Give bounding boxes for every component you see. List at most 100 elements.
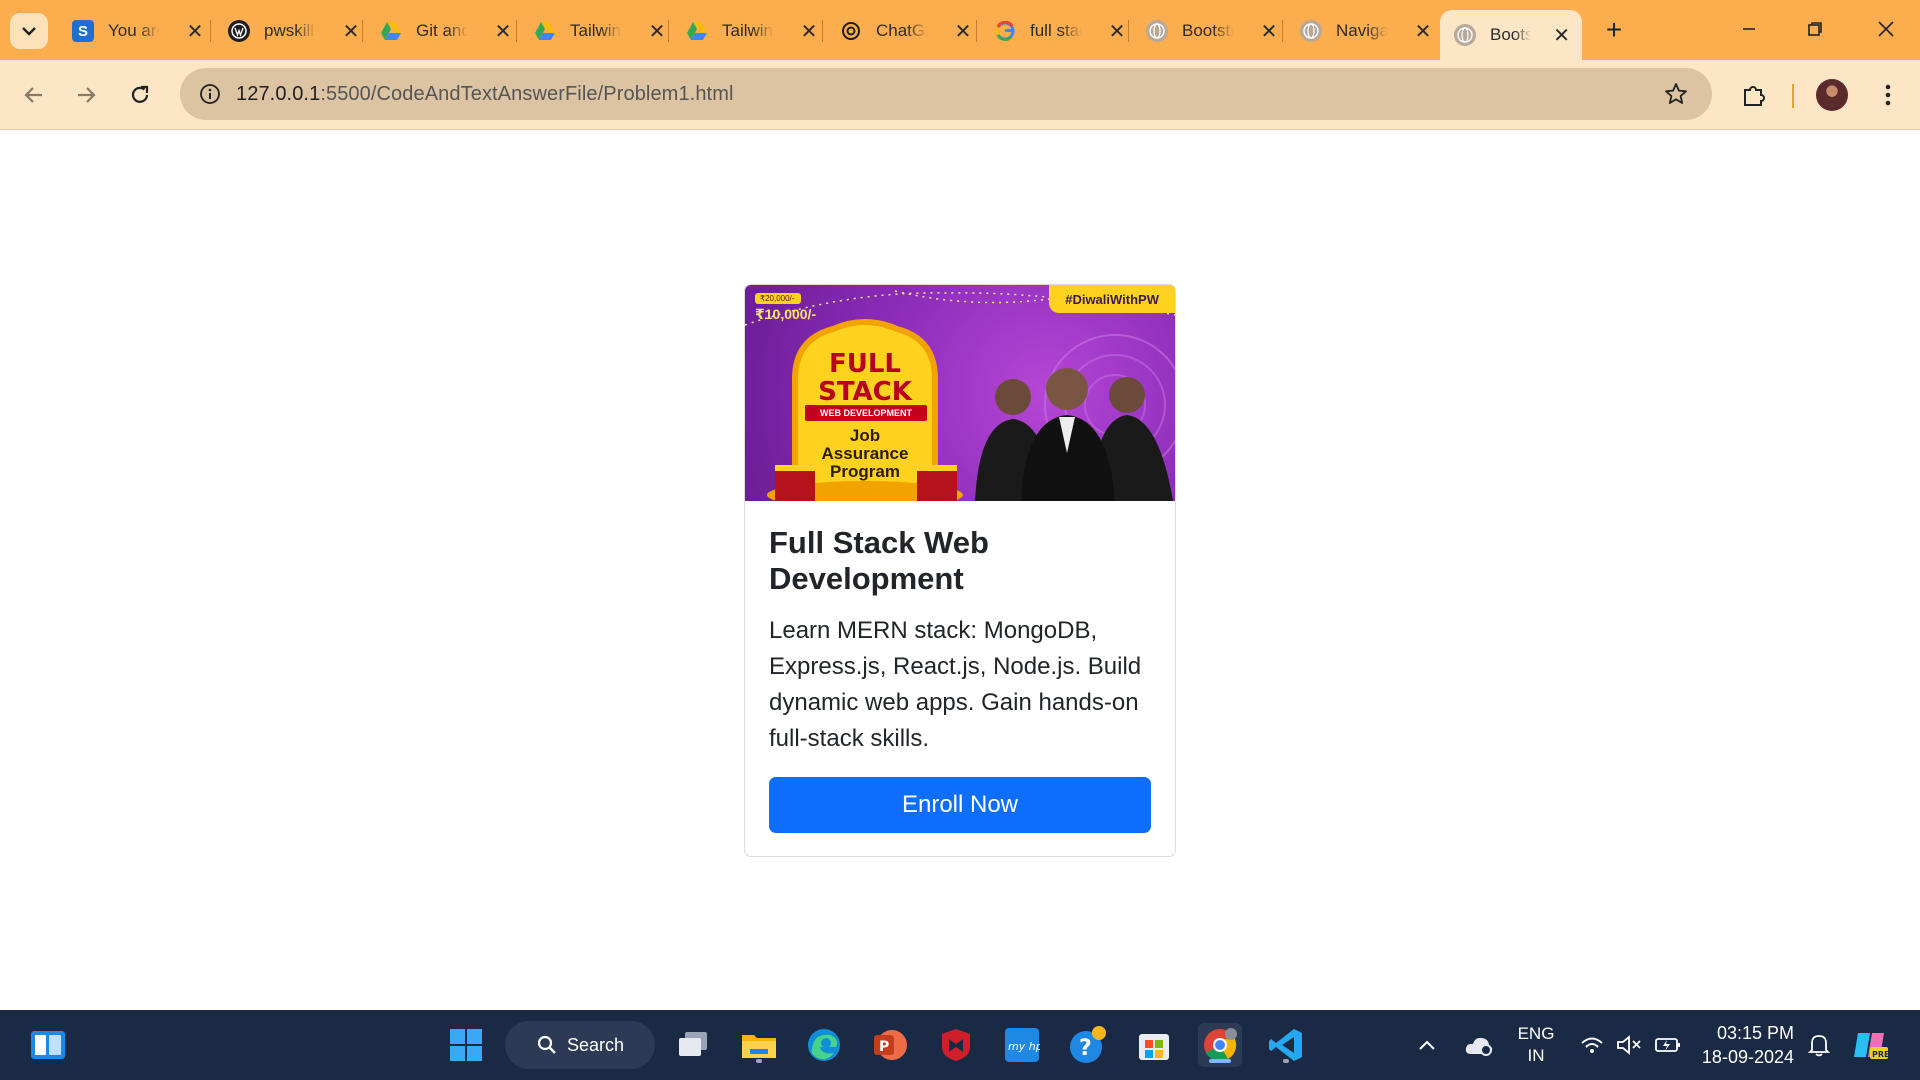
close-icon[interactable]: ✕ [1260,19,1278,44]
tab-title: ChatGPT [876,21,928,40]
close-icon[interactable]: ✕ [1414,19,1432,44]
globe-icon [1146,20,1168,42]
close-icon[interactable]: ✕ [1108,19,1126,44]
toolbar-divider [1792,84,1794,108]
program-badge: FULL STACK WEB DEVELOPMENT Job Assurance… [767,315,963,501]
reload-button[interactable] [122,77,158,113]
restore-button[interactable] [1800,14,1830,44]
tab-1[interactable]: S You are ✕ [58,10,216,52]
mcafee-button[interactable] [934,1023,978,1067]
notifications-button[interactable] [1808,1010,1830,1080]
start-button[interactable] [444,1023,488,1067]
close-icon[interactable]: ✕ [186,19,204,44]
svg-text:?: ? [1079,1036,1092,1061]
tab-title: You are [108,21,160,40]
google-drive-icon [534,20,556,42]
help-icon: ? [1070,1026,1106,1063]
close-icon[interactable]: ✕ [648,19,666,44]
language-indicator[interactable]: ENG IN [1518,1010,1555,1080]
tab-6[interactable]: ChatGPT ✕ [826,10,984,52]
tab-divider [516,20,517,42]
widgets-button[interactable] [26,1023,70,1067]
tab-2[interactable]: pwskills ✕ [214,10,372,52]
restore-icon [1808,22,1822,36]
tab-divider [210,20,211,42]
powerpoint-button[interactable]: P [868,1023,912,1067]
star-icon [1665,83,1687,104]
active-indicator [1209,1059,1231,1063]
google-drive-icon [686,20,708,42]
svg-text:P: P [879,1039,889,1055]
chevron-up-icon [1419,1040,1435,1050]
tab-title: full stack [1030,21,1082,40]
speaker-muted-icon [1617,1035,1641,1055]
url-text: 127.0.0.1:5500/CodeAndTextAnswerFile/Pro… [236,83,734,106]
browser-menu-button[interactable] [1870,77,1906,113]
tab-title: Navigation [1336,21,1388,40]
tab-5[interactable]: Tailwind ✕ [672,10,830,52]
close-icon[interactable]: ✕ [494,19,512,44]
close-icon[interactable]: ✕ [1553,23,1570,48]
cloud-icon [1465,1037,1493,1056]
instructors-photo [975,368,1173,501]
close-icon[interactable]: ✕ [342,19,360,44]
info-icon [200,84,220,104]
minimize-icon [1743,28,1755,30]
profile-avatar[interactable] [1816,79,1848,111]
chrome-button-active[interactable] [1198,1023,1242,1067]
tab-divider [976,20,977,42]
tab-9[interactable]: Navigation ✕ [1286,10,1444,52]
myhp-icon: my hp [1005,1028,1040,1062]
url-path: :5500/CodeAndTextAnswerFile/Problem1.htm… [320,82,734,105]
banner-line-stack: STACK [818,377,912,407]
close-icon[interactable]: ✕ [800,19,818,44]
bookmark-button[interactable] [1662,80,1690,108]
puzzle-icon [1744,86,1765,106]
tab-divider [668,20,669,42]
tab-search-button[interactable] [10,13,48,49]
task-view-button[interactable] [671,1023,715,1067]
card-title: Full Stack Web Development [769,525,989,596]
edge-button[interactable] [802,1023,846,1067]
myhp-button[interactable]: my hp [1000,1023,1044,1067]
tab-divider [1282,20,1283,42]
site-info-button[interactable] [194,78,226,110]
taskbar-search[interactable]: Search [505,1021,655,1069]
show-hidden-icons-button[interactable] [1418,1010,1436,1080]
tab-divider [1128,20,1129,42]
browser-toolbar: 127.0.0.1:5500/CodeAndTextAnswerFile/Pro… [0,60,1920,130]
forward-button[interactable] [68,77,104,113]
vscode-button[interactable] [1264,1023,1308,1067]
address-bar[interactable]: 127.0.0.1:5500/CodeAndTextAnswerFile/Pro… [180,68,1712,120]
file-explorer-button[interactable] [737,1023,781,1067]
minimize-button[interactable] [1734,14,1764,44]
extensions-button[interactable] [1736,77,1772,113]
chevron-down-icon [22,27,36,36]
new-tab-button[interactable]: + [1598,14,1630,46]
enroll-now-button[interactable]: Enroll Now [769,777,1151,833]
banner-line-full: FULL [828,349,901,379]
tab-7[interactable]: full stack ✕ [980,10,1138,52]
search-icon [537,1035,556,1054]
google-icon [994,20,1016,42]
copilot-button[interactable]: PRE [1852,1010,1888,1080]
network-volume-battery[interactable] [1580,1010,1682,1080]
onedrive-tray-icon[interactable] [1464,1010,1494,1080]
tab-3[interactable]: Git and ✕ [366,10,524,52]
hashtag-label: #DiwaliWithPW [1049,285,1175,313]
tab-4[interactable]: Tailwind ✕ [520,10,678,52]
clock[interactable]: 03:15 PM 18-09-2024 [1698,1010,1794,1080]
back-button[interactable] [16,77,52,113]
windows-start-icon [450,1029,482,1061]
close-icon[interactable]: ✕ [954,19,972,44]
running-indicator [756,1059,762,1063]
widgets-icon [31,1031,65,1059]
tab-10-active[interactable]: Bootstrap ✕ [1440,10,1582,60]
microsoft-store-button[interactable] [1132,1023,1176,1067]
get-help-button[interactable]: ? [1066,1023,1110,1067]
chrome-icon [1204,1028,1237,1062]
taskbar: Search P my hp ? ENG IN 03:15 PM 18-09-2… [0,1010,1920,1080]
running-indicator [1283,1059,1289,1063]
tab-8[interactable]: Bootstrap ✕ [1132,10,1290,52]
close-window-button[interactable] [1871,14,1901,44]
